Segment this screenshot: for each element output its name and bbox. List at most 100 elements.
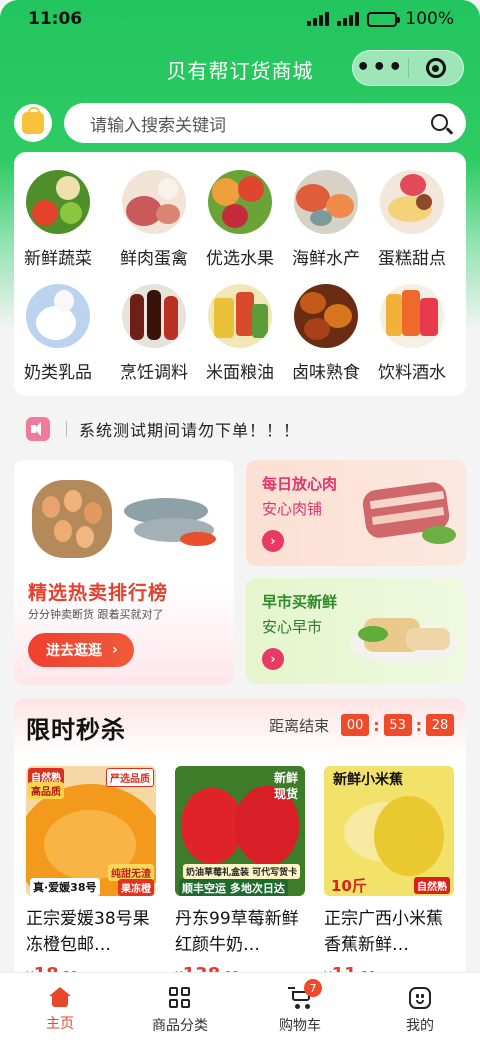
status-time: 11:06 (28, 9, 83, 29)
category-label: 烹饪调料 (120, 363, 188, 383)
drinks-image (380, 284, 444, 348)
product-name: 正宗广西小米蕉香蕉新鲜… (324, 909, 443, 955)
search-icon[interactable] (431, 114, 448, 131)
category-grid-icon (169, 987, 191, 1009)
close-button[interactable] (408, 58, 463, 78)
category-grain-oil[interactable]: 米面粮油 (196, 284, 284, 383)
cart-count-badge: 7 (304, 979, 322, 997)
product-tag: 果冻橙 (118, 879, 154, 896)
speaker-icon (26, 417, 50, 441)
tab-label: 商品分类 (152, 1018, 208, 1034)
product-tag: 10斤 (331, 877, 367, 895)
chevron-right-icon[interactable]: › (262, 530, 284, 552)
product-tag: 奶油草莓礼盒装 可代写贺卡 (183, 864, 301, 879)
fish-image (124, 498, 220, 548)
category-cakes[interactable]: 蛋糕甜点 (368, 170, 456, 269)
seasoning-image (122, 284, 186, 348)
chevron-right-icon: › (112, 642, 118, 658)
category-dairy[interactable]: 奶类乳品 (14, 284, 102, 383)
product-card-banana[interactable]: 新鲜小米蕉 10斤 自然熟 正宗广西小米蕉香蕉新鲜… ¥11.80 (324, 766, 454, 978)
hot-ranking-card[interactable]: 精选热卖排行榜 分分钟卖断货 跟着买就对了 进去逛逛 › (14, 460, 234, 685)
fruit-image (208, 170, 272, 234)
tab-cart[interactable]: 购物车 (240, 973, 360, 1040)
product-tag: 严选品质 (106, 768, 154, 787)
more-icon[interactable]: ••• (353, 57, 408, 79)
hot-ranking-title: 精选热卖排行榜 (28, 582, 169, 604)
morning-market-title: 早市买新鲜 (262, 593, 338, 611)
seafood-image (294, 170, 358, 234)
category-label: 米面粮油 (206, 363, 274, 383)
status-bar: 11:06 100% (0, 0, 480, 40)
product-name: 丹东99草莓新鲜红颜牛奶… (175, 909, 299, 955)
countdown-minutes: 53 (383, 714, 412, 736)
category-meat-eggs[interactable]: 鲜肉蛋禽 (110, 170, 198, 269)
eggs-image (32, 480, 112, 558)
cake-image (380, 170, 444, 234)
wifi-signal-icon (337, 12, 360, 26)
status-indicators: 100% (307, 9, 454, 29)
search-placeholder: 请输入搜索关键词 (90, 115, 226, 136)
tab-me[interactable]: 我的 (360, 973, 480, 1040)
tab-categories[interactable]: 商品分类 (120, 973, 240, 1040)
product-tag: 真·爱媛38号 (30, 878, 100, 896)
search-input[interactable]: 请输入搜索关键词 (64, 103, 466, 143)
search-row: 请输入搜索关键词 (14, 103, 466, 143)
pork-image (356, 478, 460, 548)
countdown-label: 距离结束 (269, 716, 330, 735)
category-label: 鲜肉蛋禽 (120, 249, 188, 269)
dairy-image (26, 284, 90, 348)
category-seasoning[interactable]: 烹饪调料 (110, 284, 198, 383)
daily-meat-title: 每日放心肉 (262, 475, 338, 493)
tab-label: 我的 (406, 1018, 434, 1034)
product-tag: 现货 (273, 787, 298, 801)
countdown-colon: : (415, 715, 422, 735)
smiley-icon (409, 987, 431, 1009)
go-shopping-label: 进去逛逛 (46, 643, 102, 659)
grain-oil-image (208, 284, 272, 348)
mini-program-capsule: ••• (352, 50, 464, 86)
morning-market-card[interactable]: 早市买新鲜 安心早市 › (246, 578, 466, 684)
countdown-seconds: 28 (426, 714, 454, 736)
countdown-hours: 00 (341, 714, 370, 736)
category-label: 卤味熟食 (292, 363, 360, 383)
go-shopping-button[interactable]: 进去逛逛 › (28, 633, 134, 667)
product-card-orange[interactable]: 自然熟 高品质 严选品质 纯甜无渣 真·爱媛38号 果冻橙 正宗爱媛38号果冻橙… (26, 766, 156, 978)
notice-divider (66, 421, 67, 437)
chevron-right-icon[interactable]: › (262, 648, 284, 670)
vegetables-image (26, 170, 90, 234)
tab-home[interactable]: 主页 (0, 973, 120, 1040)
product-tag: 高品质 (28, 782, 64, 799)
strawberry-image: 新鲜 现货 奶油草莓礼盒装 可代写贺卡 顺丰空运 多地次日达 (175, 766, 305, 896)
category-drinks[interactable]: 饮料酒水 (368, 284, 456, 383)
category-label: 海鲜水产 (292, 249, 360, 269)
category-grid: 新鲜蔬菜 鲜肉蛋禽 优选水果 海鲜水产 蛋糕甜点 奶类乳品 烹饪调料 米面粮油 … (14, 152, 466, 396)
flash-sale-title: 限时秒杀 (26, 716, 126, 744)
tab-label: 主页 (46, 1016, 74, 1032)
flash-sale-section: 限时秒杀 距离结束 00 : 53 : 28 自然熟 高品质 严选品质 纯甜无渣… (14, 698, 466, 978)
category-label: 新鲜蔬菜 (24, 249, 92, 269)
tab-label: 购物车 (279, 1018, 321, 1034)
signal-icon (307, 12, 330, 26)
product-tag: 顺丰空运 多地次日达 (179, 879, 288, 896)
daily-meat-subtitle: 安心肉铺 (262, 500, 323, 518)
shopping-bag-icon[interactable] (14, 104, 52, 142)
notice-bar[interactable]: 系统测试期间请勿下单！！！ (14, 410, 466, 448)
morning-market-subtitle: 安心早市 (262, 618, 323, 636)
title-bar: 贝有帮订货商城 ••• (0, 48, 480, 88)
banana-image: 新鲜小米蕉 10斤 自然熟 (324, 766, 454, 896)
category-vegetables[interactable]: 新鲜蔬菜 (14, 170, 102, 269)
orange-image: 自然熟 高品质 严选品质 纯甜无渣 真·爱媛38号 果冻橙 (26, 766, 156, 896)
category-fruit[interactable]: 优选水果 (196, 170, 284, 269)
home-icon (49, 987, 71, 1007)
countdown: 距离结束 00 : 53 : 28 (269, 714, 454, 736)
category-label: 奶类乳品 (24, 363, 92, 383)
tab-bar: 主页 商品分类 购物车 我的 7 (0, 972, 480, 1040)
product-card-strawberry[interactable]: 新鲜 现货 奶油草莓礼盒装 可代写贺卡 顺丰空运 多地次日达 丹东99草莓新鲜红… (175, 766, 305, 978)
daily-meat-card[interactable]: 每日放心肉 安心肉铺 › (246, 460, 466, 566)
category-seafood[interactable]: 海鲜水产 (282, 170, 370, 269)
battery-icon (367, 11, 401, 27)
category-label: 优选水果 (206, 249, 274, 269)
battery-percent: 100% (405, 9, 454, 29)
braised-food-image (294, 284, 358, 348)
category-braised-food[interactable]: 卤味熟食 (282, 284, 370, 383)
